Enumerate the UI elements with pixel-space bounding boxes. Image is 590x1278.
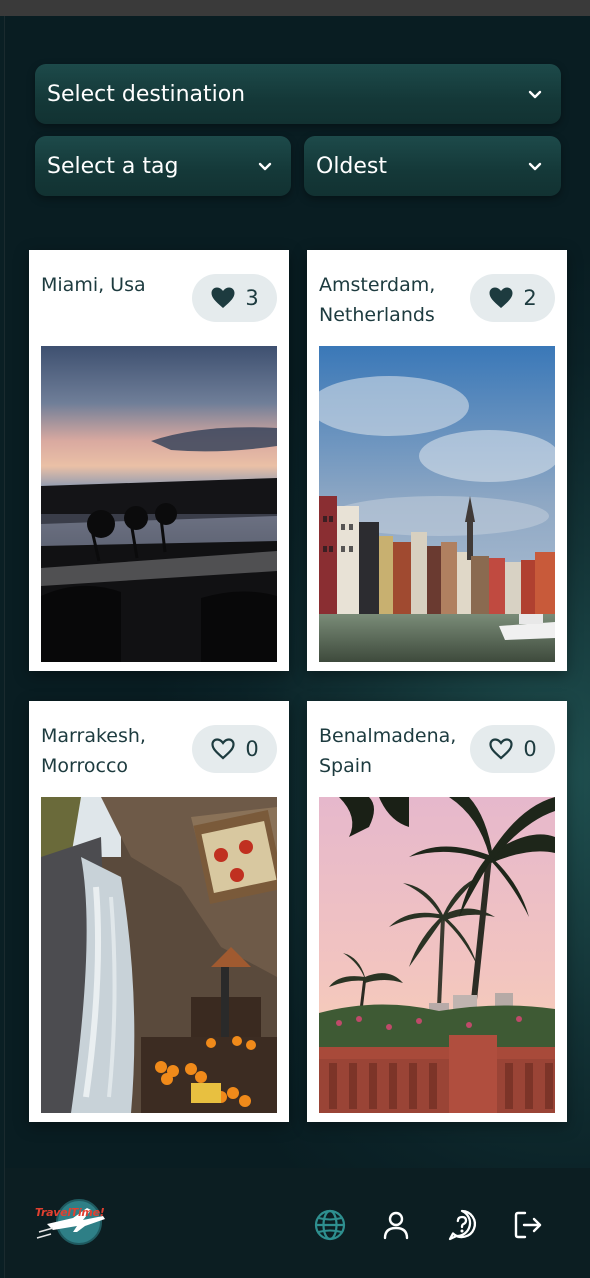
- post-card[interactable]: Marrakesh, Morrocco 0: [29, 701, 289, 1122]
- post-location: Miami, Usa: [41, 274, 146, 296]
- chevron-down-icon: [528, 162, 542, 171]
- app-container: Select destination Select a tag Oldest M…: [4, 16, 590, 1278]
- waterfall-photo: [41, 797, 277, 1113]
- nav-logout[interactable]: [511, 1208, 545, 1242]
- heart-filled-icon: [489, 287, 513, 308]
- logo-text: TravelTime!: [35, 1206, 105, 1219]
- post-location: Amsterdam, Netherlands: [319, 274, 436, 326]
- post-location: Marrakesh, Morrocco: [41, 725, 146, 777]
- post-card[interactable]: Miami, Usa 3: [29, 250, 289, 671]
- user-icon: [383, 1211, 409, 1240]
- like-button[interactable]: 0: [470, 725, 555, 773]
- like-count: 2: [523, 286, 537, 310]
- palm-trees-photo: [319, 797, 555, 1113]
- chevron-down-icon: [528, 90, 542, 99]
- like-count: 0: [245, 737, 259, 761]
- tag-select[interactable]: Select a tag: [35, 136, 291, 196]
- globe-icon: [314, 1209, 346, 1241]
- help-icon: [448, 1209, 477, 1241]
- destination-select[interactable]: Select destination: [35, 64, 561, 124]
- sort-select[interactable]: Oldest: [304, 136, 561, 196]
- heart-outline-icon: [211, 738, 235, 760]
- post-photo[interactable]: [41, 797, 277, 1113]
- post-card[interactable]: Benalmadena, Spain 0: [307, 701, 567, 1122]
- nav-profile[interactable]: [379, 1208, 413, 1242]
- logout-icon: [514, 1211, 542, 1239]
- post-photo[interactable]: [319, 797, 555, 1113]
- heart-outline-icon: [489, 738, 513, 760]
- bottom-nav: TravelTime!: [5, 1168, 590, 1278]
- post-photo[interactable]: [41, 346, 277, 662]
- sort-select-label: Oldest: [316, 153, 388, 179]
- like-count: 3: [245, 286, 259, 310]
- destination-select-label: Select destination: [47, 81, 246, 107]
- chevron-down-icon: [258, 162, 272, 171]
- like-button[interactable]: 0: [192, 725, 277, 773]
- canal-houses-photo: [319, 346, 555, 662]
- like-count: 0: [523, 737, 537, 761]
- nav-help[interactable]: [445, 1208, 479, 1242]
- post-location: Benalmadena, Spain: [319, 725, 457, 777]
- nav-explore[interactable]: [313, 1208, 347, 1242]
- like-button[interactable]: 2: [470, 274, 555, 322]
- window-top-edge: [0, 0, 590, 16]
- app-logo[interactable]: TravelTime!: [33, 1198, 117, 1248]
- like-button[interactable]: 3: [192, 274, 277, 322]
- post-card[interactable]: Amsterdam, Netherlands 2: [307, 250, 567, 671]
- post-photo[interactable]: [319, 346, 555, 662]
- heart-filled-icon: [211, 287, 235, 308]
- tag-select-label: Select a tag: [47, 153, 179, 179]
- sunset-photo: [41, 346, 277, 662]
